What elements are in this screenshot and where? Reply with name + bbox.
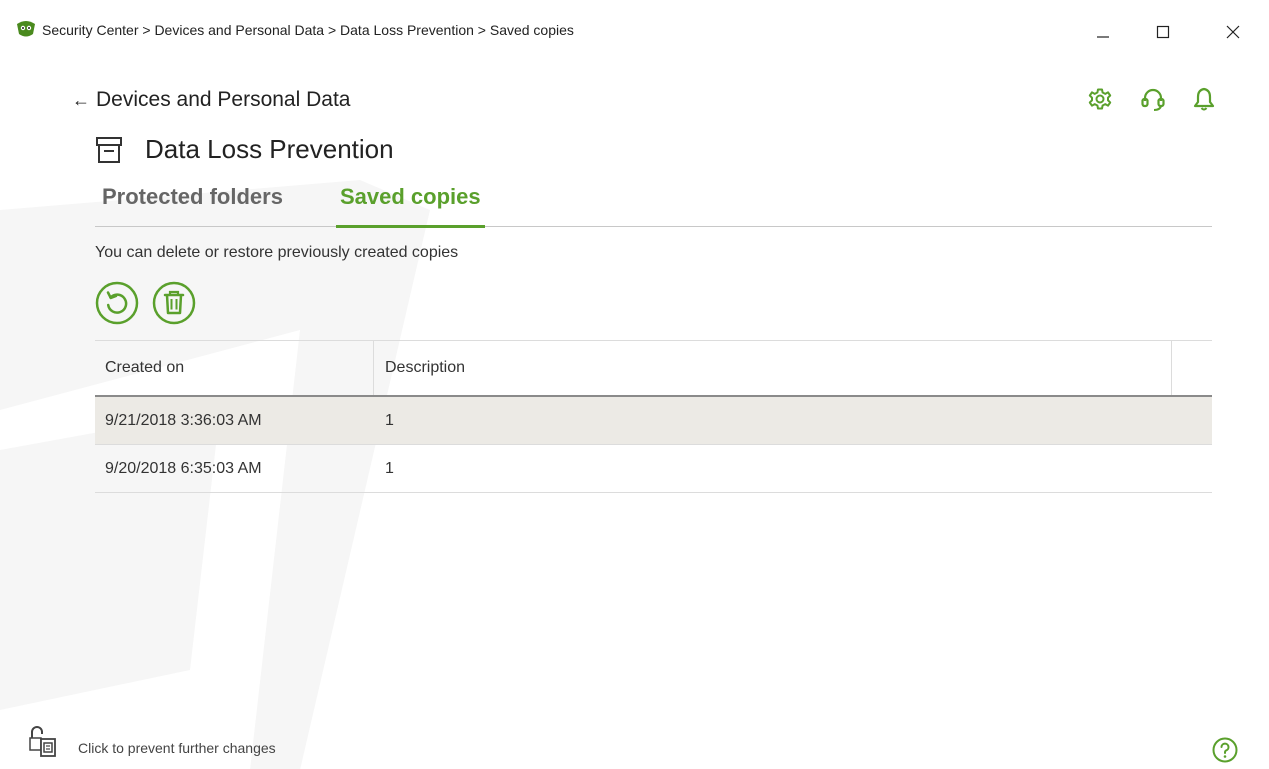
saved-copies-table: Created on Description 9/21/2018 3:36:03… bbox=[95, 340, 1212, 493]
column-header-description[interactable]: Description bbox=[385, 341, 465, 395]
restore-icon bbox=[95, 281, 139, 325]
maximize-button[interactable] bbox=[1140, 10, 1186, 54]
support-button[interactable] bbox=[1139, 85, 1167, 113]
headset-icon bbox=[1141, 88, 1165, 111]
tab-saved-copies-label: Saved copies bbox=[340, 184, 481, 209]
app-logo-icon bbox=[17, 21, 35, 37]
title-bar: Security Center > Devices and Personal D… bbox=[0, 0, 1269, 64]
tab-protected-folders[interactable]: Protected folders bbox=[102, 184, 283, 226]
app-window: Security Center > Devices and Personal D… bbox=[0, 0, 1269, 769]
gear-icon bbox=[1088, 88, 1112, 110]
back-arrow-icon: ← bbox=[72, 89, 90, 110]
back-link[interactable]: ← Devices and Personal Data bbox=[72, 88, 350, 112]
help-button[interactable] bbox=[1212, 737, 1238, 763]
column-header-created-on[interactable]: Created on bbox=[105, 341, 184, 395]
cell-created-on: 9/21/2018 3:36:03 AM bbox=[105, 412, 262, 429]
cell-description: 1 bbox=[385, 460, 394, 477]
cell-created-on: 9/20/2018 6:35:03 AM bbox=[105, 460, 262, 477]
lock-settings-button[interactable]: Click to prevent further changes bbox=[28, 724, 276, 758]
page-description: You can delete or restore previously cre… bbox=[95, 244, 459, 261]
trash-icon bbox=[152, 281, 196, 325]
table-header: Created on Description bbox=[95, 340, 1212, 397]
table-row[interactable]: 9/20/2018 6:35:03 AM 1 bbox=[95, 445, 1212, 493]
lock-label: Click to prevent further changes bbox=[78, 740, 276, 756]
delete-button[interactable] bbox=[152, 281, 196, 325]
tab-bar: Protected folders Saved copies bbox=[95, 184, 1212, 228]
table-row[interactable]: 9/21/2018 3:36:03 AM 1 bbox=[95, 397, 1212, 445]
tab-saved-copies[interactable]: Saved copies bbox=[336, 184, 485, 228]
cell-description: 1 bbox=[385, 412, 394, 429]
back-link-label: Devices and Personal Data bbox=[96, 88, 351, 111]
help-icon bbox=[1212, 737, 1238, 763]
archive-box-icon bbox=[96, 136, 122, 163]
unlocked-padlock-icon bbox=[29, 726, 56, 757]
column-separator bbox=[1171, 341, 1172, 395]
window-title: Security Center > Devices and Personal D… bbox=[42, 22, 574, 38]
page-header: Data Loss Prevention bbox=[95, 134, 394, 165]
column-separator bbox=[373, 341, 374, 395]
close-button[interactable] bbox=[1210, 10, 1256, 54]
settings-button[interactable] bbox=[1086, 85, 1114, 113]
active-tab-indicator bbox=[336, 225, 485, 228]
maximize-icon bbox=[1156, 25, 1170, 39]
close-icon bbox=[1226, 25, 1240, 39]
notifications-button[interactable] bbox=[1190, 85, 1218, 113]
bell-icon bbox=[1193, 87, 1215, 111]
restore-button[interactable] bbox=[95, 281, 139, 325]
minimize-icon bbox=[1097, 36, 1109, 38]
minimize-button[interactable] bbox=[1080, 10, 1126, 54]
page-title: Data Loss Prevention bbox=[145, 134, 394, 164]
